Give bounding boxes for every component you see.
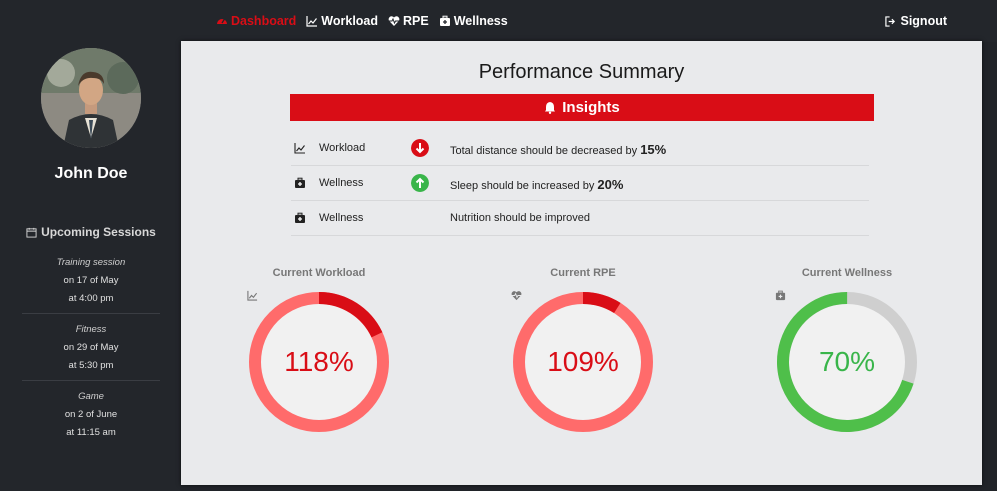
session-item: Training session on 17 of May at 4:00 pm xyxy=(0,254,182,308)
insight-category: Wellness xyxy=(319,212,364,224)
insight-text: Nutrition should be improved xyxy=(450,212,590,224)
nav-wellness-label: Wellness xyxy=(453,14,508,28)
insights-label: Insights xyxy=(562,99,620,116)
calendar-icon xyxy=(26,227,37,238)
gauge-label-text: Current Wellness xyxy=(801,267,893,279)
nav-workload-label: Workload xyxy=(321,14,379,28)
gauge-label: Current Wellness xyxy=(767,265,927,301)
session-type: Game xyxy=(78,391,104,402)
medkit-icon xyxy=(439,15,450,26)
gauge-label: Current Workload xyxy=(239,265,399,301)
avatar xyxy=(41,48,141,148)
insight-percent: 15% xyxy=(640,142,667,157)
insight-category: Workload xyxy=(319,142,366,154)
session-date: on 17 of May xyxy=(63,275,119,286)
page-title: Performance Summary xyxy=(478,61,685,83)
session-type: Fitness xyxy=(75,324,107,335)
nav-dashboard-label: Dashboard xyxy=(231,14,297,28)
upcoming-sessions-label: Upcoming Sessions xyxy=(41,225,156,239)
session-item: Game on 2 of June at 11:15 am xyxy=(0,388,182,442)
gauge-rpe: Current RPE 109% xyxy=(503,265,663,432)
gauge-label-text: Current Workload xyxy=(272,267,366,279)
dashboard-icon xyxy=(217,18,227,24)
user-name: John Doe xyxy=(54,165,128,182)
gauge-value: 118% xyxy=(284,346,354,377)
nav-rpe-label: RPE xyxy=(403,14,429,28)
insight-category: Wellness xyxy=(319,177,364,189)
sign-out-icon xyxy=(885,15,896,27)
heartbeat-icon xyxy=(388,16,400,26)
insight-text: Sleep should be increased by 20% xyxy=(450,177,623,192)
signout-link[interactable]: Signout xyxy=(885,14,947,28)
gauge-value: 70% xyxy=(818,346,876,377)
insight-text: Total distance should be decreased by 15… xyxy=(450,142,666,157)
arrow-down-circle-icon xyxy=(411,139,429,157)
insight-row: Wellness Sleep should be increased by 20… xyxy=(291,166,869,201)
divider xyxy=(22,380,160,381)
insight-row: Workload Total distance should be decrea… xyxy=(291,131,869,166)
nav-wellness[interactable]: Wellness xyxy=(439,14,508,28)
insight-percent: 20% xyxy=(597,177,624,192)
divider xyxy=(22,313,160,314)
insight-message: Total distance should be decreased by xyxy=(450,145,641,157)
session-time: at 11:15 am xyxy=(66,427,116,438)
main-panel: Performance Summary Insights Workload To… xyxy=(181,41,982,485)
insights-list: Workload Total distance should be decrea… xyxy=(291,131,869,236)
bell-icon xyxy=(545,102,556,114)
main-nav: Dashboard Workload RPE Wellness xyxy=(216,14,508,28)
insight-row: Wellness Nutrition should be improved xyxy=(291,201,869,236)
arrow-up-circle-icon xyxy=(411,174,429,192)
medkit-icon xyxy=(295,177,305,188)
session-type: Training session xyxy=(56,257,126,268)
session-item: Fitness on 29 of May at 5:30 pm xyxy=(0,321,182,375)
sidebar: John Doe Upcoming Sessions Training sess… xyxy=(0,42,180,491)
session-time: at 5:30 pm xyxy=(68,360,114,371)
nav-dashboard[interactable]: Dashboard xyxy=(216,14,296,28)
session-date: on 2 of June xyxy=(64,409,118,420)
session-date: on 29 of May xyxy=(63,342,119,353)
insight-message: Sleep should be increased by xyxy=(450,180,598,192)
nav-workload[interactable]: Workload xyxy=(306,14,378,28)
nav-rpe[interactable]: RPE xyxy=(388,14,429,28)
chart-line-icon xyxy=(294,143,305,154)
upcoming-sessions-heading: Upcoming Sessions xyxy=(0,225,182,239)
top-navbar: Dashboard Workload RPE Wellness Signout xyxy=(0,0,997,42)
session-time: at 4:00 pm xyxy=(68,293,114,304)
insights-header: Insights xyxy=(290,94,874,121)
signout-label: Signout xyxy=(900,14,947,28)
gauge-label-text: Current RPE xyxy=(550,267,616,279)
gauge-workload: Current Workload 118% xyxy=(239,265,399,432)
gauge-value: 109% xyxy=(547,346,619,377)
insight-message: Nutrition should be improved xyxy=(450,212,591,224)
medkit-icon xyxy=(295,212,305,223)
chart-line-icon xyxy=(306,16,318,27)
gauge-wellness: Current Wellness 70% xyxy=(767,265,927,432)
gauge-label: Current RPE xyxy=(503,265,663,301)
